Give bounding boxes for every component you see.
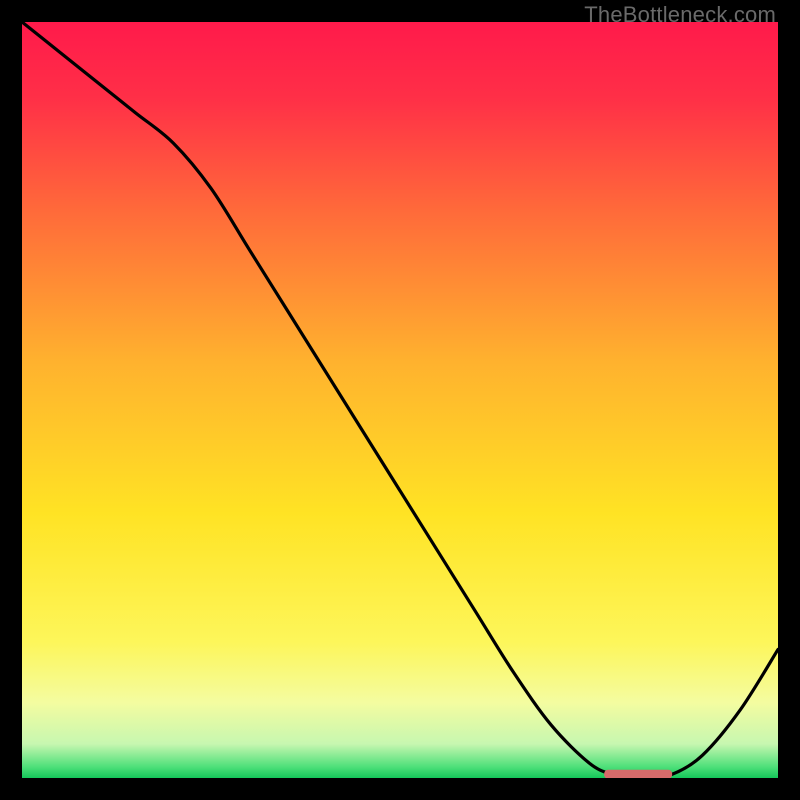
chart-frame bbox=[22, 22, 778, 778]
gradient-background bbox=[22, 22, 778, 778]
optimal-range-marker bbox=[604, 770, 672, 778]
bottleneck-chart bbox=[22, 22, 778, 778]
